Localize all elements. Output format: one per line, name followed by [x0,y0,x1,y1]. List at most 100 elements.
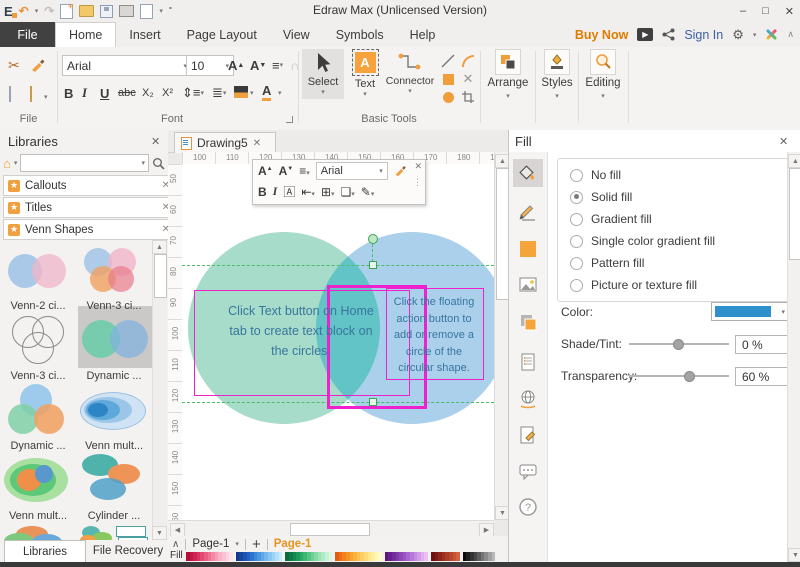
palette-swatch[interactable] [456,552,460,561]
option-no-fill[interactable]: No fill [570,167,800,183]
collapse-pagebar-icon[interactable]: ∧ [172,539,179,550]
scroll-down-icon[interactable]: ▼ [152,526,167,540]
home-icon[interactable]: ⌂ [3,156,11,171]
tab-close-icon[interactable]: ✕ [253,138,261,149]
help-icon[interactable]: ? [518,497,538,517]
scroll-right-icon[interactable]: ▶ [479,523,494,537]
picture-icon[interactable] [518,275,538,295]
font-size-combo[interactable]: 10 ▾ [186,55,234,76]
subscript-button[interactable]: X₂ [142,83,154,103]
format-painter-icon[interactable] [30,57,46,73]
paste-dropdown-icon[interactable]: ▾ [44,93,48,101]
active-page-label[interactable]: Page-1 [274,538,312,550]
text-tool-button[interactable]: A Text ▾ [347,49,383,101]
venn-left-text[interactable]: Click Text button on Home tab to create … [226,301,376,361]
search-icon[interactable] [152,157,165,170]
shape-venn-multilayer-green[interactable] [2,452,74,508]
radio-icon[interactable] [570,212,583,226]
library-scrollbar[interactable]: ▲ ▼ [152,240,167,540]
gear-icon[interactable]: ⚙ [732,27,744,43]
rectangle-tool-icon[interactable] [440,71,456,87]
font-color-button[interactable]: A [262,83,272,101]
tab-insert[interactable]: Insert [116,23,173,47]
font-family-combo[interactable]: Arial▾ [62,55,192,76]
sign-in-link[interactable]: Sign In [684,28,723,42]
strikethrough-button[interactable]: abc [118,83,136,103]
palette-swatch[interactable] [378,552,382,561]
colorful-x-icon[interactable] [765,28,778,41]
shape-venn2-circles[interactable] [2,244,74,300]
quick-color-icon[interactable] [518,239,538,259]
page-dropdown-icon[interactable]: ▾ [235,540,239,548]
canvas-vertical-scrollbar[interactable]: ▲ ▼ [494,152,510,520]
minimize-button[interactable]: – [740,5,746,17]
shape-venn-multilayer-blue[interactable] [78,382,150,438]
bullet-list-icon[interactable]: ≣ ▾ [212,83,226,103]
line-spacing-icon[interactable]: ⇕≡ ▾ [182,83,204,103]
shape-dynamic-venn-selected[interactable] [78,312,150,368]
flt-italic-icon[interactable]: I [273,184,278,199]
transparency-value[interactable]: 60 % ▲▼ [735,367,795,386]
line-style-icon[interactable] [518,201,538,221]
transparency-slider[interactable] [629,371,729,382]
flt-drag-dots-icon[interactable]: ⋮ [413,177,422,188]
radio-icon[interactable] [570,234,583,248]
search-input[interactable]: ▾ [20,154,149,172]
drawing-page[interactable]: Click Text button on Home tab to create … [182,164,494,520]
shape-venn3-outline[interactable] [2,312,74,368]
highlight-dropdown-icon[interactable]: ▾ [250,89,254,109]
arc-tool-icon[interactable] [460,53,476,69]
slider-thumb[interactable] [673,339,684,350]
tab-page-layout[interactable]: Page Layout [174,23,270,47]
palette-swatch[interactable] [491,552,496,561]
libraries-bottom-tab[interactable]: Libraries [4,540,86,563]
flt-decrease-font-icon[interactable]: A▼ [279,164,294,178]
color-picker[interactable]: ▾ [711,302,789,321]
radio-icon[interactable] [570,190,583,204]
scroll-up-icon[interactable]: ▲ [152,240,167,254]
tab-symbols[interactable]: Symbols [323,23,397,47]
delete-shape-icon[interactable]: ✕ [460,71,476,87]
option-gradient-fill[interactable]: Gradient fill [570,211,800,227]
flt-font-combo[interactable]: Arial ▾ [315,161,388,180]
scrollbar-thumb[interactable] [154,254,167,298]
connector-tool-button[interactable]: Connector ▾ [386,49,434,98]
flt-close-icon[interactable]: ✕ [414,161,422,172]
top-resize-handle[interactable] [369,261,377,269]
font-color-dropdown-icon[interactable]: ▾ [278,89,282,109]
buy-now-link[interactable]: Buy Now [575,28,628,42]
shape-partial-left[interactable] [2,524,74,540]
radio-icon[interactable] [570,278,583,292]
scroll-left-icon[interactable]: ◀ [170,523,185,537]
flt-rotate-text-icon[interactable]: 🄰 [283,183,295,200]
color-palette[interactable] [186,552,496,561]
shape-venn3-circles[interactable] [78,244,150,300]
ellipse-tool-icon[interactable] [440,89,456,105]
superscript-button[interactable]: X² [162,83,173,103]
paste-icon[interactable] [30,86,32,102]
hyperlink-globe-icon[interactable] [518,389,538,409]
library-section-venn-shapes[interactable]: ★ Venn Shapes ✕ [3,219,175,240]
option-picture-texture-fill[interactable]: Picture or texture fill [570,277,800,293]
arrange-button[interactable]: Arrange ▾ [483,49,533,100]
flt-style-pen-icon[interactable]: ✎▾ [361,185,375,199]
decrease-font-icon[interactable]: A ▼ [250,55,266,75]
crop-tool-icon[interactable] [460,89,476,105]
fill-panel-scrollbar[interactable]: ▲ ▼ [787,152,800,562]
copy-icon[interactable] [9,86,11,102]
font-dialog-launcher-icon[interactable] [286,116,293,123]
media-icon[interactable]: ▶ [637,28,654,41]
fill-bucket-icon[interactable] [518,163,538,183]
library-section-titles[interactable]: ★ Titles ✕ [3,197,175,218]
drawing-tab[interactable]: Drawing5 ✕ [174,132,276,153]
radio-icon[interactable] [570,168,583,182]
slider-thumb[interactable] [684,371,695,382]
option-pattern-fill[interactable]: Pattern fill [570,255,800,271]
shape-dynamic-venn-3[interactable] [2,382,74,438]
comment-icon[interactable] [518,462,538,482]
scroll-down-icon[interactable]: ▼ [788,548,800,562]
option-single-color-gradient-fill[interactable]: Single color gradient fill [570,233,800,249]
tab-home[interactable]: Home [55,22,117,47]
flt-order-icon[interactable]: ❏▾ [341,185,355,199]
cut-icon[interactable]: ✂ [8,57,20,74]
